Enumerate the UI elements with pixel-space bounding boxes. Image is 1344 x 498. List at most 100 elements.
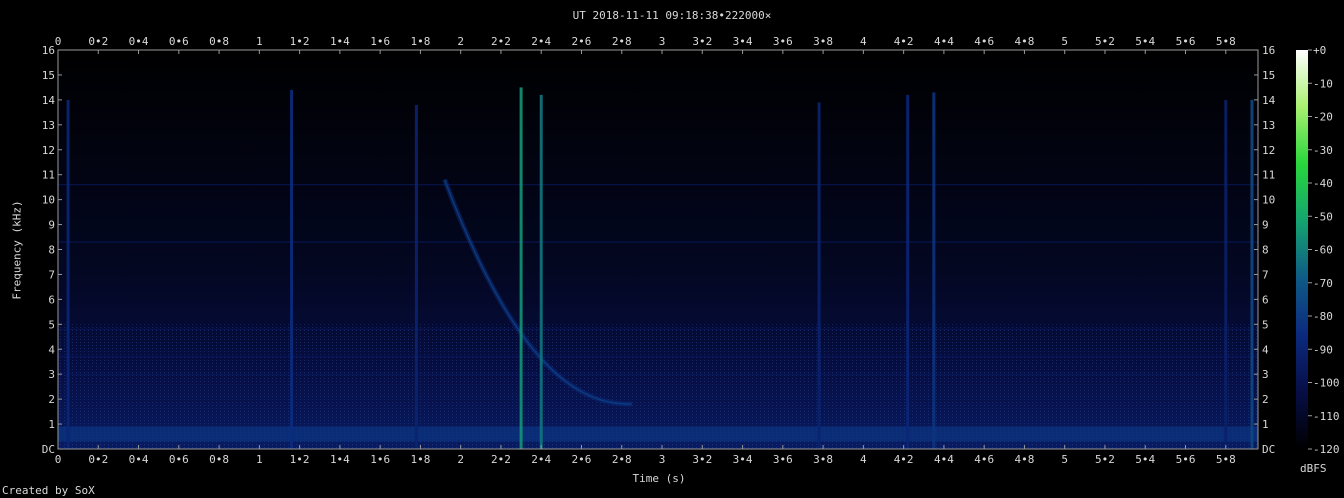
x-tick-label-bottom: 0 xyxy=(55,453,62,466)
x-tick-label-bottom: 5•2 xyxy=(1095,453,1115,466)
x-tick-label-top: 0 xyxy=(55,35,62,48)
x-axis-label: Time (s) xyxy=(632,472,686,485)
x-tick-label-bottom: 5•8 xyxy=(1216,453,1236,466)
x-tick-label-bottom: 3•4 xyxy=(733,453,753,466)
y-tick-label-right: 11 xyxy=(1262,169,1275,182)
x-tick-label-top: 4•8 xyxy=(1015,35,1035,48)
x-tick-label-top: 2•2 xyxy=(491,35,511,48)
y-axis-label: Frequency (kHz) xyxy=(10,200,24,300)
x-tick-label-top: 0•4 xyxy=(129,35,149,48)
x-tick-label-bottom: 2•2 xyxy=(491,453,511,466)
sferic xyxy=(539,94,543,449)
x-tick-label-bottom: 1 xyxy=(256,453,263,466)
x-tick-label-top: 2•4 xyxy=(531,35,551,48)
y-tick-label-right: 2 xyxy=(1262,393,1269,406)
colorbar-tick-label: -30 xyxy=(1313,144,1333,157)
y-tick-label-right: 5 xyxy=(1262,318,1269,331)
y-tick-label-right: 13 xyxy=(1262,119,1275,132)
x-tick-label-top: 0•6 xyxy=(169,35,189,48)
x-tick-label-top: 0•8 xyxy=(209,35,229,48)
sferic xyxy=(290,89,294,450)
x-tick-label-top: 1 xyxy=(256,35,263,48)
y-tick-label-left: 5 xyxy=(48,318,55,331)
sferic xyxy=(66,99,70,449)
x-tick-label-bottom: 0•6 xyxy=(169,453,189,466)
x-tick-label-bottom: 4•8 xyxy=(1015,453,1035,466)
sferic xyxy=(414,104,418,450)
y-tick-label-left: 4 xyxy=(48,343,55,356)
x-tick-label-top: 1•6 xyxy=(370,35,390,48)
y-tick-label-right: 10 xyxy=(1262,194,1275,207)
y-tick-label-left: 2 xyxy=(48,393,55,406)
y-tick-label-left: 12 xyxy=(42,144,55,157)
y-tick-label-left: 10 xyxy=(42,194,55,207)
x-tick-label-top: 3•6 xyxy=(773,35,793,48)
y-tick-label-right: 9 xyxy=(1262,219,1269,232)
y-tick-label-right: 1 xyxy=(1262,418,1269,431)
y-tick-label-right: 8 xyxy=(1262,244,1269,257)
x-tick-label-bottom: 3 xyxy=(659,453,666,466)
colorbar-tick-label: +0 xyxy=(1313,44,1326,57)
sox-credit: Created by SoX xyxy=(2,484,95,497)
chart-title: UT 2018-11-11 09:18:38•222000× xyxy=(572,9,772,22)
spectrogram-chart: 000•20•20•40•40•60•60•80•8111•21•21•41•4… xyxy=(42,35,1340,466)
x-tick-label-top: 2•6 xyxy=(572,35,592,48)
x-tick-label-bottom: 2•8 xyxy=(612,453,632,466)
colorbar-tick-label: -50 xyxy=(1313,210,1333,223)
colorbar xyxy=(1296,50,1308,449)
colorbar-label: dBFS xyxy=(1300,462,1327,475)
x-tick-label-bottom: 2•6 xyxy=(572,453,592,466)
x-tick-label-top: 5•8 xyxy=(1216,35,1236,48)
x-tick-label-top: 1•2 xyxy=(290,35,310,48)
x-tick-label-top: 4•6 xyxy=(974,35,994,48)
y-tick-label-left: 14 xyxy=(42,94,56,107)
x-tick-label-bottom: 3•8 xyxy=(813,453,833,466)
x-tick-label-top: 1•4 xyxy=(330,35,350,48)
y-tick-label-left: 15 xyxy=(42,69,55,82)
y-tick-label-left: 6 xyxy=(48,293,55,306)
x-tick-label-bottom: 2•4 xyxy=(531,453,551,466)
x-tick-label-bottom: 5•6 xyxy=(1176,453,1196,466)
low-frequency-band xyxy=(58,426,1258,442)
x-tick-label-bottom: 0•8 xyxy=(209,453,229,466)
x-tick-label-top: 5•6 xyxy=(1176,35,1196,48)
y-tick-label-left: DC xyxy=(42,443,55,456)
y-tick-label-right: 16 xyxy=(1262,44,1275,57)
y-tick-label-right: 15 xyxy=(1262,69,1275,82)
y-tick-label-right: 14 xyxy=(1262,94,1276,107)
y-tick-label-left: 7 xyxy=(48,268,55,281)
x-tick-label-top: 3•2 xyxy=(692,35,712,48)
x-tick-label-top: 5•2 xyxy=(1095,35,1115,48)
x-tick-label-bottom: 3•2 xyxy=(692,453,712,466)
y-tick-label-left: 16 xyxy=(42,44,55,57)
sferic xyxy=(817,102,821,450)
x-tick-label-bottom: 5•4 xyxy=(1135,453,1155,466)
x-tick-label-top: 3 xyxy=(659,35,666,48)
x-tick-label-bottom: 0•2 xyxy=(88,453,108,466)
y-tick-label-left: 3 xyxy=(48,368,55,381)
sferic xyxy=(906,94,910,449)
x-tick-label-top: 5•4 xyxy=(1135,35,1155,48)
x-tick-label-top: 2 xyxy=(457,35,464,48)
x-tick-label-bottom: 4•2 xyxy=(894,453,914,466)
y-tick-label-left: 9 xyxy=(48,219,55,232)
x-tick-label-bottom: 1•4 xyxy=(330,453,350,466)
x-tick-label-bottom: 3•6 xyxy=(773,453,793,466)
x-tick-label-top: 4•2 xyxy=(894,35,914,48)
x-tick-label-bottom: 4•4 xyxy=(934,453,954,466)
x-tick-label-bottom: 1•2 xyxy=(290,453,310,466)
y-tick-label-right: 6 xyxy=(1262,293,1269,306)
sferic xyxy=(1224,99,1228,449)
colorbar-tick-label: -70 xyxy=(1313,277,1333,290)
x-tick-label-bottom: 4 xyxy=(860,453,867,466)
colorbar-tick-label: -120 xyxy=(1313,443,1340,456)
y-tick-label-right: 3 xyxy=(1262,368,1269,381)
x-tick-label-bottom: 5 xyxy=(1061,453,1068,466)
y-tick-label-left: 1 xyxy=(48,418,55,431)
x-tick-label-bottom: 0•4 xyxy=(129,453,149,466)
x-tick-label-top: 0•2 xyxy=(88,35,108,48)
colorbar-tick-label: -60 xyxy=(1313,244,1333,257)
x-tick-label-bottom: 1•6 xyxy=(370,453,390,466)
x-tick-label-top: 3•8 xyxy=(813,35,833,48)
x-tick-label-top: 2•8 xyxy=(612,35,632,48)
